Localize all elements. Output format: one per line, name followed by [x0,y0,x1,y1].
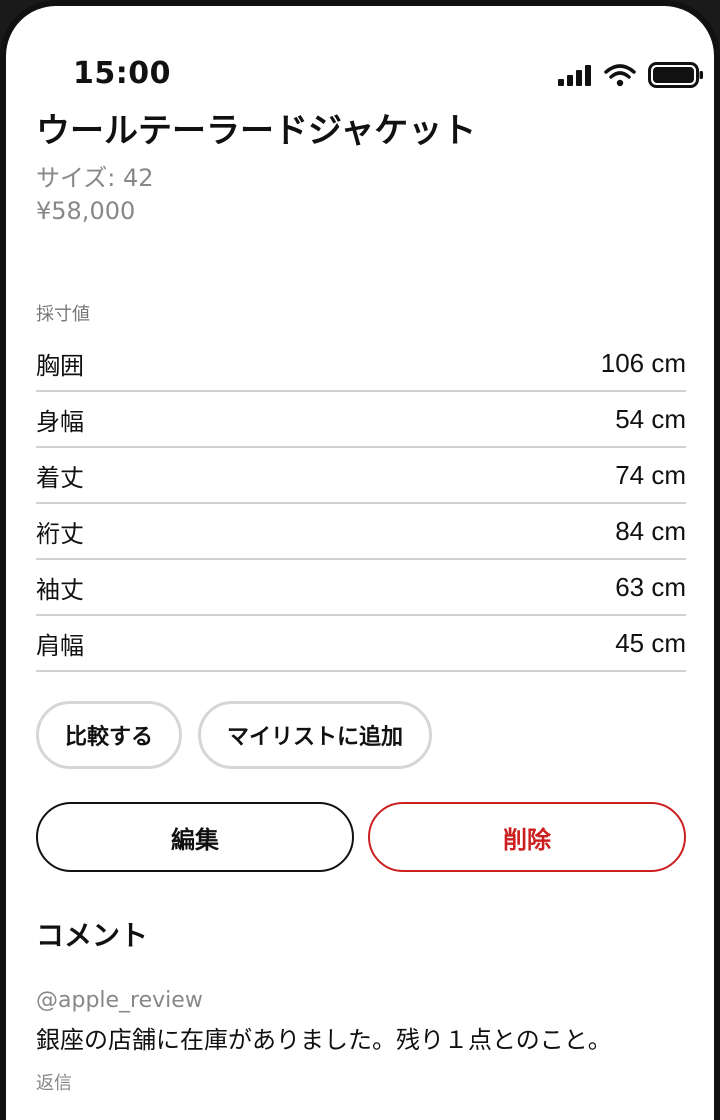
signal-icon [558,64,592,90]
measurement-value: 84 cm [615,515,686,546]
measurements-table: 胸囲 106 cm 身幅 54 cm 着丈 74 cm 裄丈 84 cm 袖丈 … [36,336,686,672]
measurement-name: 胸囲 [36,351,84,380]
add-to-list-chip[interactable]: マイリストに追加 [198,701,433,769]
reply-link[interactable]: 返信 [36,1069,72,1095]
measurement-name: 裄丈 [36,519,84,548]
status-icons [558,62,704,92]
measurement-value: 63 cm [615,571,686,602]
measurement-row-length: 着丈 74 cm [36,448,686,504]
measurement-row-chest: 胸囲 106 cm [36,336,686,392]
phone-frame: 15:00 ウールテーラードジャケット サイズ: 42 ¥58,000 採寸値 … [0,0,720,1120]
product-size: サイズ: 42 [36,164,154,192]
measurements-label: 採寸値 [36,304,90,325]
status-bar: 15:00 [6,6,714,106]
comment-text: 銀座の店舗に在庫がありました。残り１点とのこと。 [36,1026,612,1054]
chip-group: 比較する マイリストに追加 [36,701,433,769]
measurement-value: 45 cm [615,627,686,658]
measurement-value: 74 cm [615,459,686,490]
measurement-value: 54 cm [615,403,686,434]
measurement-name: 身幅 [36,407,84,436]
battery-icon [648,62,704,92]
action-buttons: 編集 削除 [36,802,686,872]
measurement-row-sleeve-from-center: 裄丈 84 cm [36,504,686,560]
delete-button[interactable]: 削除 [368,802,686,872]
measurement-row-body-width: 身幅 54 cm [36,392,686,448]
comments-heading: コメント [36,919,149,952]
comment-username[interactable]: @apple_review [36,988,203,1013]
measurement-row-shoulder: 肩幅 45 cm [36,616,686,672]
status-time: 15:00 [73,56,171,91]
product-title: ウールテーラードジャケット [36,111,477,151]
measurement-row-sleeve: 袖丈 63 cm [36,560,686,616]
compare-chip[interactable]: 比較する [36,701,183,769]
edit-button[interactable]: 編集 [36,802,354,872]
measurement-name: 肩幅 [36,631,84,660]
wifi-icon [604,63,636,91]
product-price: ¥58,000 [36,197,136,225]
measurement-name: 着丈 [36,463,84,492]
measurement-value: 106 cm [600,347,686,378]
measurement-name: 袖丈 [36,575,84,604]
